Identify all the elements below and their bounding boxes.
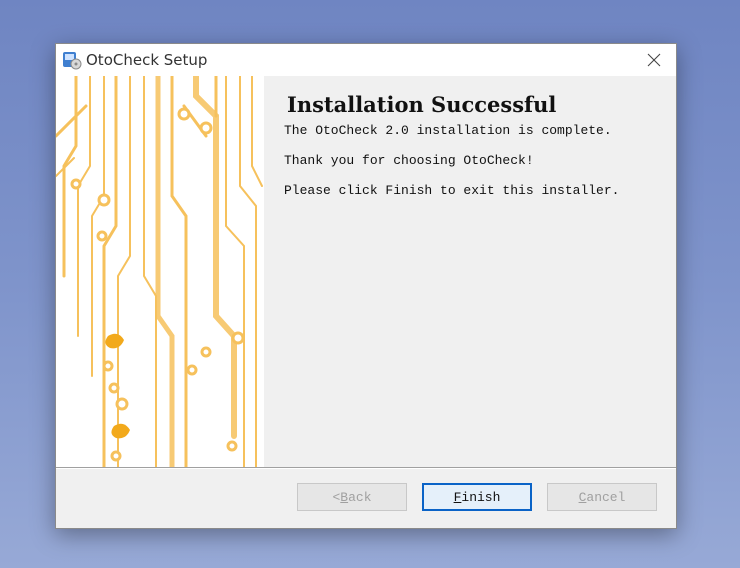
- cancel-button-mnemonic: C: [578, 489, 587, 505]
- close-button[interactable]: [632, 44, 676, 76]
- finish-button-label: inish: [461, 489, 501, 505]
- thank-you-message: Thank you for choosing OtoCheck!: [284, 153, 534, 168]
- back-button-prefix: <: [332, 489, 341, 505]
- back-button[interactable]: < Back: [297, 483, 407, 511]
- button-bar-separator: [56, 467, 676, 469]
- page-heading: Installation Successful: [287, 92, 557, 117]
- completion-message: The OtoCheck 2.0 installation is complet…: [284, 123, 612, 138]
- circuit-banner-image: [56, 76, 264, 467]
- cancel-button[interactable]: Cancel: [547, 483, 657, 511]
- title-bar[interactable]: OtoCheck Setup: [56, 44, 676, 76]
- finish-button-mnemonic: F: [453, 489, 462, 505]
- circuit-traces-graphic: [56, 76, 263, 467]
- installer-icon: [63, 52, 82, 70]
- window-title: OtoCheck Setup: [86, 51, 208, 69]
- back-button-mnemonic: B: [340, 489, 349, 505]
- setup-window: OtoCheck Setup Installation Successful T…: [55, 43, 677, 529]
- close-icon: [647, 53, 661, 67]
- finish-button[interactable]: Finish: [422, 483, 532, 511]
- exit-instruction: Please click Finish to exit this install…: [284, 183, 620, 198]
- completion-panel: Installation Successful The OtoCheck 2.0…: [284, 92, 664, 213]
- cancel-button-label: ancel: [586, 489, 626, 505]
- back-button-label: ack: [348, 489, 372, 505]
